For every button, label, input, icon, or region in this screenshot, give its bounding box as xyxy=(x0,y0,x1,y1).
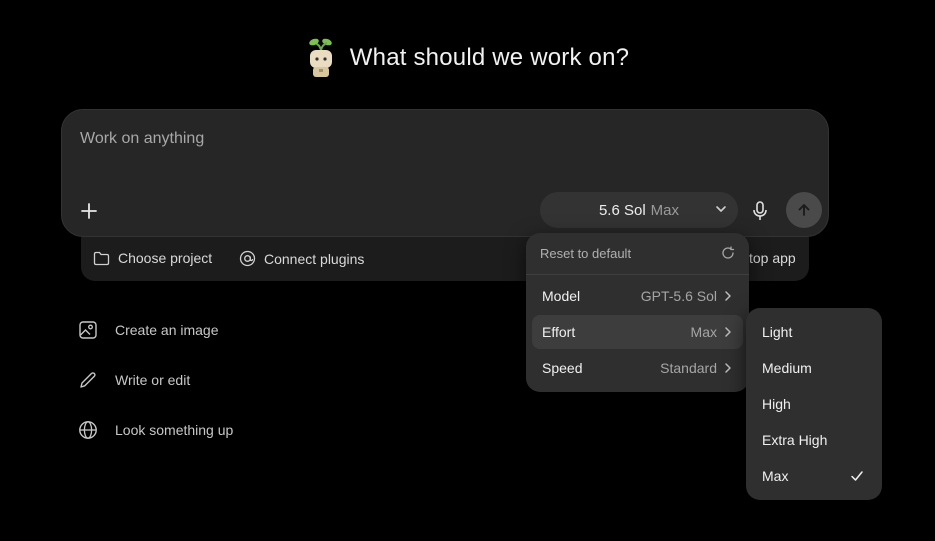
suggestion-look-up[interactable]: Look something up xyxy=(78,420,233,440)
effort-option-max[interactable]: Max xyxy=(752,459,876,493)
menu-divider xyxy=(526,274,749,275)
arrow-up-icon xyxy=(798,204,810,216)
chevron-right-icon xyxy=(725,291,731,301)
image-icon xyxy=(79,321,97,339)
effort-option-light[interactable]: Light xyxy=(752,315,876,349)
suggestion-label: Write or edit xyxy=(115,372,191,388)
refresh-icon[interactable] xyxy=(721,246,735,260)
suggestion-label: Create an image xyxy=(115,322,219,338)
microphone-icon xyxy=(753,201,767,220)
connect-plugins-label: Connect plugins xyxy=(264,250,365,267)
menu-item-effort[interactable]: Effort Max xyxy=(532,315,743,349)
desktop-app-link[interactable]: top app xyxy=(749,250,796,266)
add-attachment-button[interactable] xyxy=(76,198,102,224)
hero-header: What should we work on? xyxy=(0,36,935,80)
menu-item-value: Standard xyxy=(660,360,717,376)
chevron-right-icon xyxy=(725,327,731,337)
composer: Work on anything 5.6 Sol Max xyxy=(61,109,829,237)
chevron-down-icon xyxy=(716,206,726,212)
choose-project-button[interactable]: Choose project xyxy=(93,250,212,266)
menu-item-label: Model xyxy=(542,288,581,304)
page-title: What should we work on? xyxy=(349,44,630,71)
effort-option-extra-high[interactable]: Extra High xyxy=(752,423,876,457)
menu-item-value: Max xyxy=(690,324,717,340)
menu-item-speed[interactable]: Speed Standard xyxy=(532,351,743,385)
effort-submenu: Light Medium High Extra High Max xyxy=(746,308,882,500)
reset-to-default-button[interactable]: Reset to default xyxy=(540,246,631,261)
choose-project-label: Choose project xyxy=(118,250,213,266)
folder-icon xyxy=(93,251,110,265)
globe-icon xyxy=(79,421,97,439)
suggestion-create-image[interactable]: Create an image xyxy=(78,320,219,340)
sprout-mascot-icon xyxy=(306,36,336,80)
connect-plugins-button[interactable]: Connect plugins xyxy=(239,250,364,267)
chevron-right-icon xyxy=(725,363,731,373)
send-button[interactable] xyxy=(786,192,822,228)
suggestion-write-edit[interactable]: Write or edit xyxy=(78,370,190,390)
model-selector-button[interactable]: 5.6 Sol Max xyxy=(540,192,738,228)
plus-icon xyxy=(81,203,97,219)
effort-option-medium[interactable]: Medium xyxy=(752,351,876,385)
suggestion-label: Look something up xyxy=(115,422,234,438)
effort-option-high[interactable]: High xyxy=(752,387,876,421)
checkmark-icon xyxy=(851,471,863,481)
model-settings-menu: Reset to default Model GPT-5.6 Sol Effor… xyxy=(526,233,749,392)
model-name: 5.6 Sol xyxy=(598,201,646,219)
pencil-icon xyxy=(80,372,96,388)
model-effort: Max xyxy=(650,201,680,219)
menu-item-value: GPT-5.6 Sol xyxy=(640,288,717,304)
menu-item-label: Speed xyxy=(542,360,583,376)
menu-item-label: Effort xyxy=(542,324,576,340)
prompt-input[interactable]: Work on anything xyxy=(80,130,580,148)
microphone-button[interactable] xyxy=(747,198,773,224)
at-sign-icon xyxy=(239,250,256,267)
effort-option-label: Max xyxy=(762,468,789,484)
menu-item-model[interactable]: Model GPT-5.6 Sol xyxy=(532,279,743,313)
